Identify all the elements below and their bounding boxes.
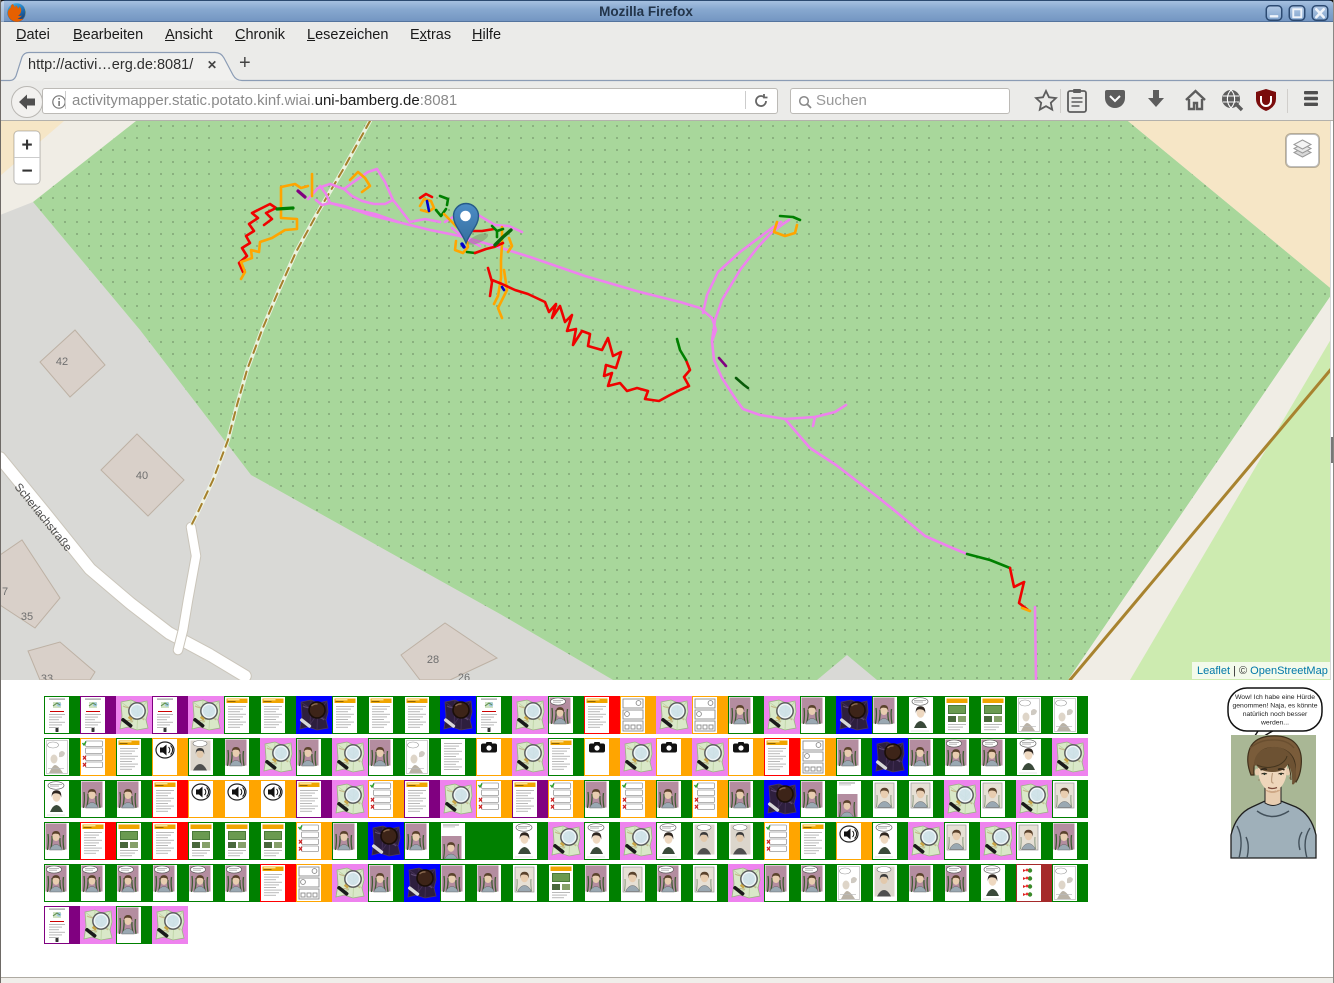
svg-text:werden...: werden... xyxy=(1260,720,1289,727)
svg-text:Wow! Ich habe eine Hürde: Wow! Ich habe eine Hürde xyxy=(1235,694,1315,701)
svg-text:33: 33 xyxy=(41,673,53,680)
svg-text:genommen! Naja, es könnte: genommen! Naja, es könnte xyxy=(1232,703,1317,710)
svg-text:26: 26 xyxy=(458,672,470,680)
svg-text:35: 35 xyxy=(21,611,33,623)
svg-text:Leaflet | © OpenStreetMap: Leaflet | © OpenStreetMap xyxy=(1197,665,1328,677)
svg-text:+: + xyxy=(21,135,32,156)
svg-text:natürlich noch besser: natürlich noch besser xyxy=(1243,711,1308,718)
svg-text:28: 28 xyxy=(427,654,439,666)
svg-text:−: − xyxy=(21,161,32,182)
svg-text:40: 40 xyxy=(136,470,148,482)
svg-text:42: 42 xyxy=(56,356,68,368)
svg-text:7: 7 xyxy=(2,586,8,598)
